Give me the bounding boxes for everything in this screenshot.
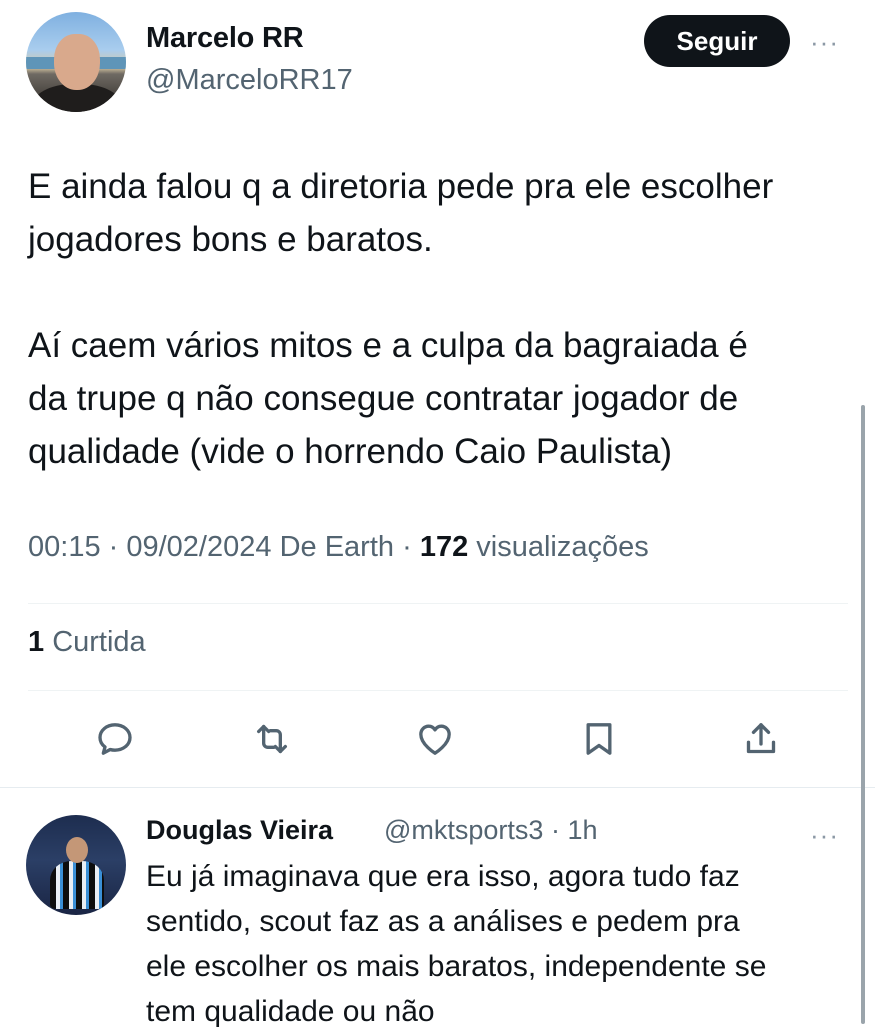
retweet-icon (257, 724, 287, 754)
views-count: 172 (419, 531, 469, 563)
reply-time[interactable]: 1h (567, 815, 597, 845)
like-button[interactable] (410, 714, 460, 764)
likes-count: 1 (28, 626, 45, 658)
views-label: visualizações (476, 531, 649, 563)
retweet-button[interactable] (247, 714, 297, 764)
author-handle[interactable]: @MarceloRR17 (146, 64, 353, 97)
tweet-source: De Earth (279, 531, 395, 563)
reply-author-meta: @mktsports3 · 1h (384, 815, 598, 845)
scrollbar[interactable] (861, 405, 865, 1024)
tweet-text-line: E ainda falou q a diretoria pede pra ele… (28, 167, 774, 206)
reply-author-avatar[interactable] (26, 815, 126, 915)
reply-text-line: tem qualidade ou não (146, 995, 435, 1028)
divider (0, 787, 875, 788)
divider (28, 690, 848, 691)
likes-link[interactable]: 1 Curtida (28, 626, 146, 659)
bookmark-button[interactable] (574, 714, 624, 764)
reply-more-options-icon[interactable]: ··· (810, 822, 839, 848)
more-options-icon[interactable]: ··· (810, 29, 839, 55)
reply-author-handle[interactable]: @mktsports3 (384, 815, 543, 845)
share-icon (746, 723, 776, 754)
reply-text: Eu já imaginava que era isso, agora tudo… (146, 854, 851, 1034)
tweet-meta: 00:15 · 09/02/2024 De Earth · 172 visual… (28, 531, 649, 563)
tweet-text-line: jogadores bons e baratos. (28, 220, 433, 259)
share-button[interactable] (736, 714, 786, 764)
heart-icon (419, 724, 451, 755)
tweet-text-line: qualidade (vide o horrendo Caio Paulista… (28, 432, 673, 471)
reply-text-line: sentido, scout faz as a análises e pedem… (146, 905, 740, 938)
follow-button[interactable]: Seguir (644, 15, 790, 67)
tweet-date[interactable]: 09/02/2024 (126, 531, 271, 563)
reply-button[interactable] (90, 714, 140, 764)
tweet-time[interactable]: 00:15 (28, 531, 101, 563)
author-avatar[interactable] (26, 12, 126, 112)
bookmark-icon (586, 723, 612, 755)
reply-author-name[interactable]: Douglas Vieira (146, 815, 333, 846)
likes-label: Curtida (52, 626, 146, 658)
tweet-text-line: da trupe q não consegue contratar jogado… (28, 379, 739, 418)
reply-text-line: ele escolher os mais baratos, independen… (146, 950, 767, 983)
tweet-text-line: Aí caem vários mitos e a culpa da bagrai… (28, 326, 748, 365)
author-name[interactable]: Marcelo RR (146, 22, 304, 55)
reply-icon (98, 723, 132, 755)
divider (28, 603, 848, 604)
tweet-text: E ainda falou q a diretoria pede pra ele… (28, 160, 858, 478)
reply-text-line: Eu já imaginava que era isso, agora tudo… (146, 860, 740, 893)
